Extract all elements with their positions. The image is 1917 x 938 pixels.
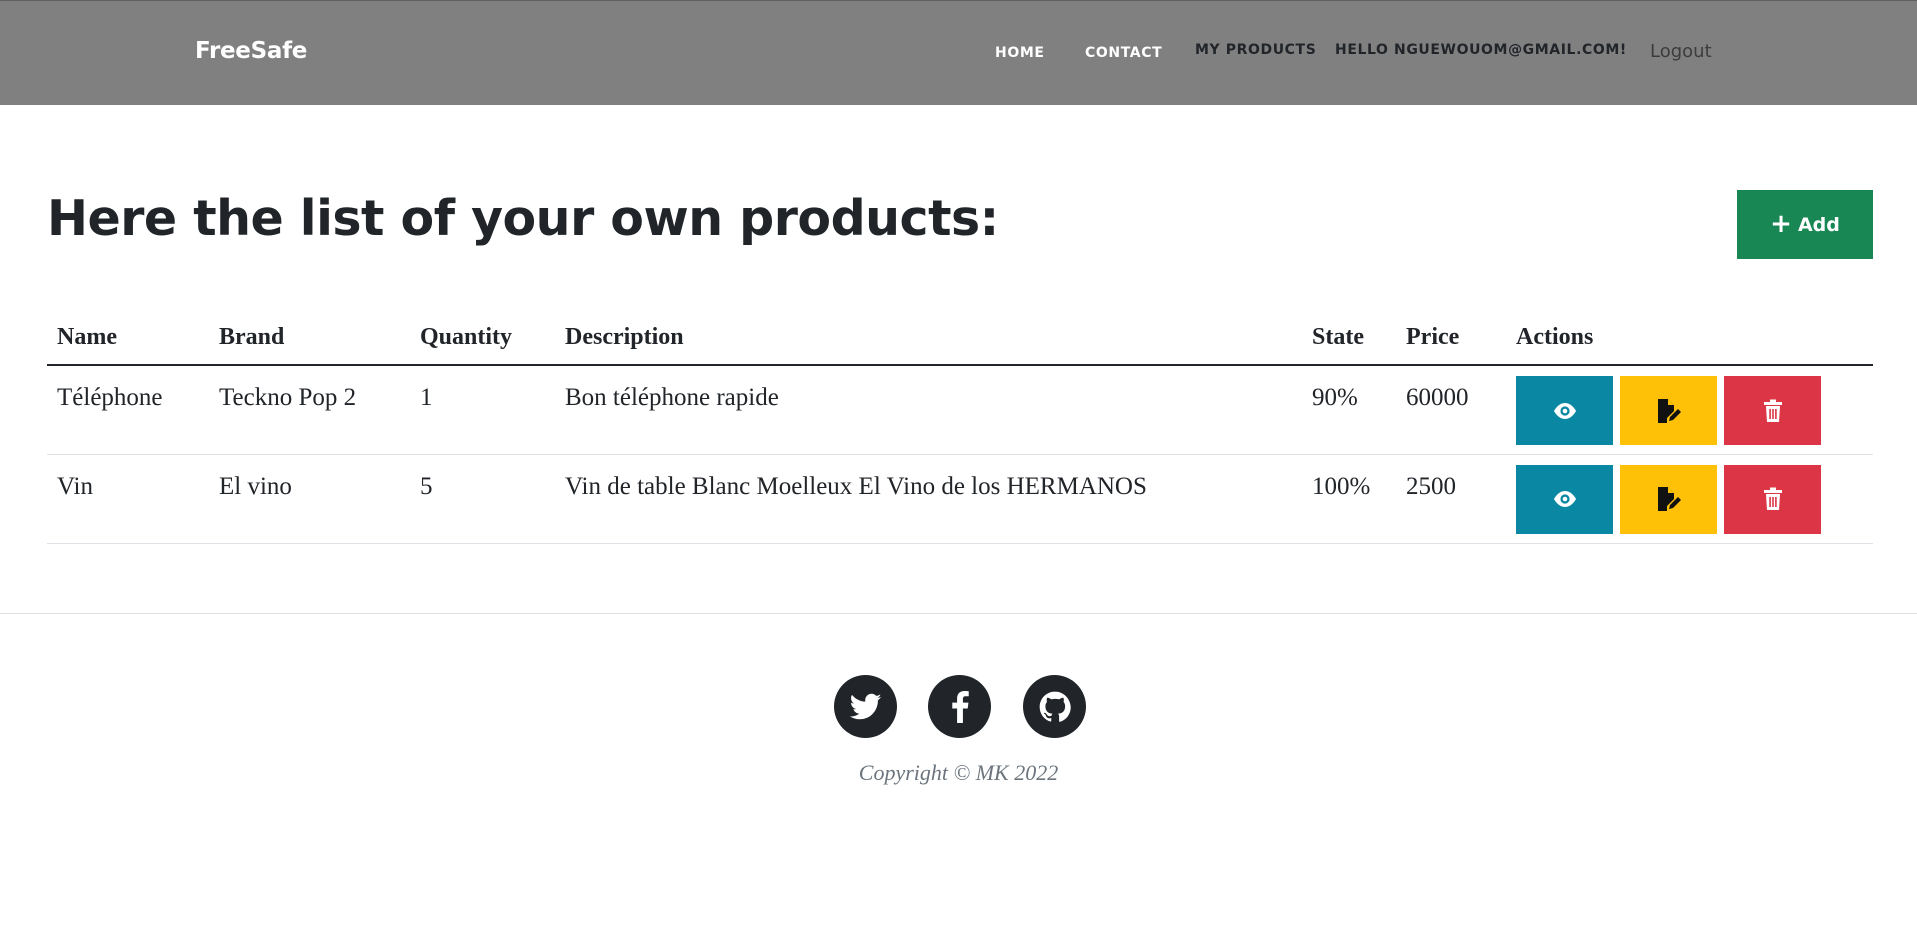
header-actions: Actions — [1506, 310, 1873, 366]
cell-name: Vin — [47, 454, 209, 544]
cell-brand: Teckno Pop 2 — [209, 365, 410, 455]
table-row: Téléphone Teckno Pop 2 1 Bon téléphone r… — [47, 365, 1873, 455]
cell-price: 60000 — [1396, 365, 1506, 455]
view-button[interactable] — [1516, 464, 1613, 534]
cell-quantity: 5 — [410, 454, 555, 544]
delete-button[interactable] — [1724, 464, 1821, 534]
header-description: Description — [555, 310, 1302, 366]
navbar: FreeSafe HOME CONTACT MY PRODUCTS HELLO … — [0, 0, 1917, 105]
github-link[interactable] — [1023, 675, 1086, 738]
nav-contact-link[interactable]: CONTACT — [1085, 45, 1162, 61]
github-icon — [1039, 691, 1071, 722]
table-row: Vin El vino 5 Vin de table Blanc Moelleu… — [47, 454, 1873, 544]
nav-my-products-link[interactable]: MY PRODUCTS — [1195, 42, 1316, 58]
trash-icon — [1763, 399, 1782, 422]
eye-icon — [1553, 491, 1576, 507]
nav-user-greeting[interactable]: HELLO NGUEWOUOM@GMAIL.COM! — [1335, 42, 1627, 58]
eye-icon — [1553, 402, 1576, 419]
copyright-text: Copyright © MK 2022 — [858, 760, 1059, 785]
header-quantity: Quantity — [410, 310, 555, 366]
cell-quantity: 1 — [410, 365, 555, 455]
edit-button[interactable] — [1620, 376, 1717, 445]
plus-icon: + — [1770, 208, 1792, 239]
delete-button[interactable] — [1724, 376, 1821, 445]
view-button[interactable] — [1516, 376, 1613, 445]
add-button-label: Add — [1797, 213, 1840, 236]
trash-icon — [1763, 487, 1782, 510]
cell-price: 2500 — [1396, 454, 1506, 544]
products-table: Name Brand Quantity Description State Pr… — [47, 310, 1873, 544]
header-state: State — [1302, 310, 1396, 366]
logout-link[interactable]: Logout — [1650, 41, 1712, 62]
header-price: Price — [1396, 310, 1506, 366]
cell-state: 90% — [1302, 365, 1396, 455]
nav-home-link[interactable]: HOME — [995, 45, 1045, 61]
cell-description: Vin de table Blanc Moelleux El Vino de l… — [555, 454, 1302, 544]
cell-brand: El vino — [209, 454, 410, 544]
cell-actions — [1506, 454, 1873, 544]
twitter-icon — [849, 693, 881, 719]
header-brand: Brand — [209, 310, 410, 366]
facebook-icon — [951, 690, 969, 723]
cell-state: 100% — [1302, 454, 1396, 544]
file-edit-icon — [1657, 398, 1681, 423]
table-header-row: Name Brand Quantity Description State Pr… — [47, 310, 1873, 366]
facebook-link[interactable] — [928, 675, 991, 738]
edit-button[interactable] — [1620, 464, 1717, 534]
cell-actions — [1506, 365, 1873, 455]
page-title: Here the list of your own products: — [47, 190, 999, 247]
brand-logo[interactable]: FreeSafe — [195, 38, 307, 64]
cell-name: Téléphone — [47, 365, 209, 455]
header-name: Name — [47, 310, 209, 366]
file-edit-icon — [1657, 487, 1681, 511]
cell-description: Bon téléphone rapide — [555, 365, 1302, 455]
add-product-button[interactable]: + Add — [1737, 190, 1873, 259]
twitter-link[interactable] — [834, 675, 897, 738]
footer-divider — [0, 613, 1917, 614]
